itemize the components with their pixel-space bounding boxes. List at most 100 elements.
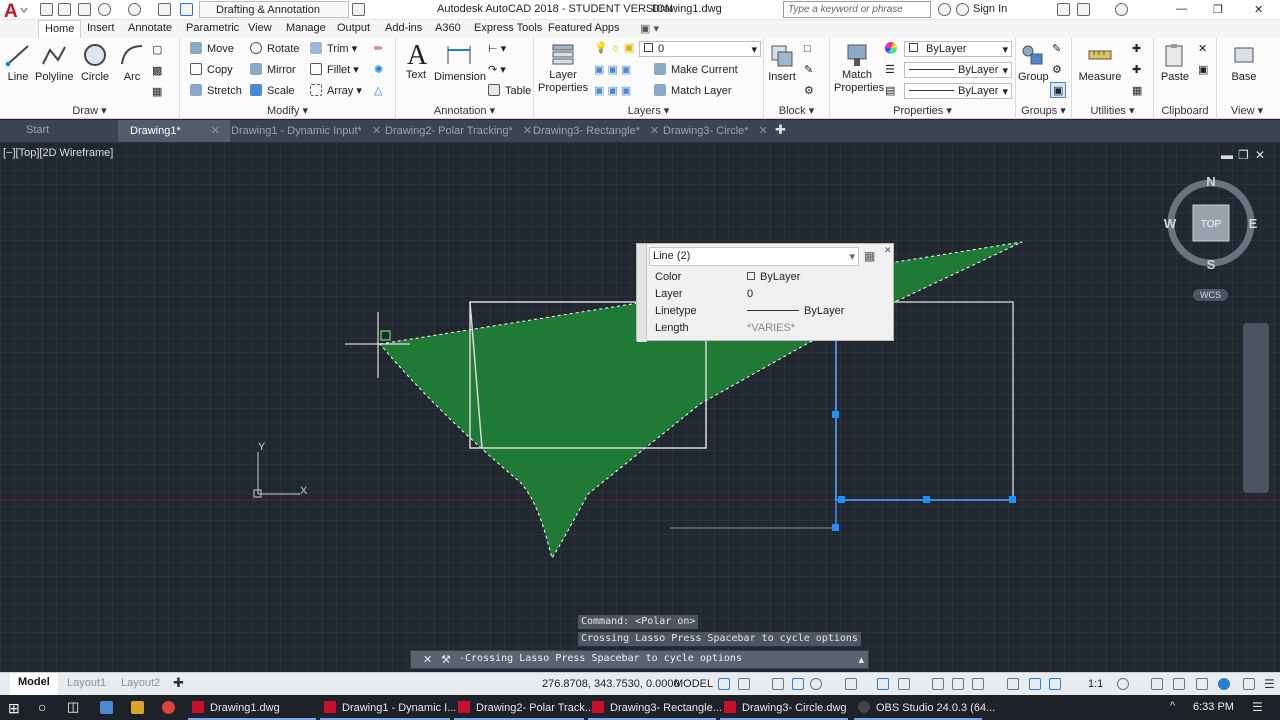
- doc-tab-drawing1[interactable]: Drawing1* ✕: [118, 120, 230, 142]
- polar-icon[interactable]: [792, 678, 804, 690]
- compass-w[interactable]: W: [1164, 216, 1177, 231]
- line-button[interactable]: Line: [4, 42, 32, 83]
- compass-s[interactable]: S: [1207, 257, 1216, 272]
- command-input[interactable]: -Crossing Lasso Press Spacebar to cycle …: [459, 653, 742, 664]
- close-tab-icon[interactable]: ✕: [759, 125, 768, 137]
- isolate-objects-icon[interactable]: [1218, 678, 1230, 690]
- store-icon[interactable]: [100, 701, 113, 714]
- taskbar-item[interactable]: Drawing2- Polar Track...: [454, 695, 594, 720]
- scale-button[interactable]: Scale: [250, 83, 295, 99]
- tab-a360[interactable]: A360: [435, 22, 461, 34]
- annotation-monitor-icon[interactable]: [1151, 678, 1163, 690]
- command-line[interactable]: ✕ ⚒ -Crossing Lasso Press Spacebar to cy…: [410, 650, 869, 669]
- qp-close-icon[interactable]: ✕: [884, 245, 892, 256]
- modify-panel-title[interactable]: Modify ▾: [180, 104, 395, 117]
- layers-panel-title[interactable]: Layers ▾: [534, 104, 763, 117]
- minimize-icon[interactable]: —: [1176, 3, 1187, 15]
- lineweight-sb-icon[interactable]: [898, 678, 910, 690]
- doc-tab-start[interactable]: Start: [26, 124, 49, 136]
- chrome-icon[interactable]: [162, 701, 175, 714]
- tab-express-tools[interactable]: Express Tools: [474, 22, 542, 34]
- save-icon[interactable]: [78, 3, 91, 16]
- compass-e[interactable]: E: [1249, 216, 1258, 231]
- copy-clip-icon[interactable]: ▣: [1198, 62, 1208, 78]
- color-wheel-icon[interactable]: [885, 41, 902, 57]
- group-button[interactable]: Group: [1018, 42, 1049, 83]
- cmd-customize-icon[interactable]: ⚒: [441, 653, 451, 666]
- tab-add-ins[interactable]: Add-ins: [385, 22, 422, 34]
- object-snap-icon[interactable]: [877, 678, 889, 690]
- qp-row-length[interactable]: Length *VARIES*: [655, 322, 885, 339]
- move-button[interactable]: Move: [190, 41, 234, 57]
- layer-properties-button[interactable]: Layer Properties: [538, 42, 588, 95]
- close-tab-icon[interactable]: ✕: [211, 125, 220, 137]
- drawing-canvas[interactable]: Y X: [0, 142, 1280, 672]
- isodraft-icon[interactable]: [810, 678, 822, 690]
- edit-block-icon[interactable]: ✎: [804, 62, 813, 78]
- doc-tab-polar-tracking[interactable]: Drawing2- Polar Tracking* ✕: [385, 124, 532, 137]
- notifications-icon[interactable]: ☰: [1252, 700, 1263, 714]
- search-icon[interactable]: ○: [38, 699, 46, 715]
- layer-dropdown[interactable]: 0 ▾: [639, 41, 761, 57]
- annotation-scale[interactable]: 1:1: [1088, 678, 1103, 690]
- tab-view[interactable]: View: [248, 22, 272, 34]
- rectangle-icon[interactable]: ▢: [152, 42, 162, 58]
- vp-restore-icon[interactable]: ❐: [1238, 148, 1249, 162]
- new-icon[interactable]: [40, 3, 53, 16]
- qp-customize-icon[interactable]: ▦: [864, 249, 875, 263]
- dimension-button[interactable]: Dimension: [434, 42, 486, 83]
- close-tab-icon[interactable]: ✕: [523, 125, 532, 137]
- insert-button[interactable]: Insert: [767, 42, 797, 83]
- close-icon[interactable]: ✕: [1254, 3, 1263, 16]
- taskbar-item[interactable]: Drawing1 - Dynamic I...: [320, 695, 456, 720]
- qp-row-layer[interactable]: Layer 0: [655, 288, 885, 305]
- model-space-toggle[interactable]: MODEL: [674, 678, 713, 690]
- layer-tools-icons[interactable]: ▣ ▣ ▣: [594, 62, 631, 78]
- qp-grip[interactable]: [637, 244, 647, 342]
- customization-icon[interactable]: ☰: [1264, 677, 1275, 691]
- viewcube[interactable]: TOP N S E W: [1160, 172, 1265, 277]
- layer-tools2-icons[interactable]: ▣ ▣ ▣: [594, 83, 631, 99]
- viewport-controls-label[interactable]: [−][Top][2D Wireframe]: [3, 147, 113, 159]
- vp-minimize-icon[interactable]: ▬: [1221, 148, 1233, 162]
- tab-layout1[interactable]: Layout1: [67, 677, 106, 689]
- cut-icon[interactable]: ✕: [1198, 41, 1207, 57]
- undo-icon[interactable]: [98, 3, 111, 16]
- leader-icon[interactable]: ↷ ▾: [488, 62, 506, 78]
- tab-output[interactable]: Output: [337, 22, 370, 34]
- lineweight-icon[interactable]: ☰: [885, 62, 895, 78]
- linetype-dropdown[interactable]: ByLayer ▾: [904, 62, 1012, 78]
- cmd-history-toggle-icon[interactable]: ▴: [858, 653, 864, 666]
- taskbar-clock[interactable]: 6:33 PM: [1193, 701, 1234, 713]
- draw-panel-title[interactable]: Draw ▾: [0, 104, 179, 117]
- create-block-icon[interactable]: □: [804, 41, 811, 57]
- annotation-panel-title[interactable]: Annotation ▾: [396, 104, 533, 117]
- user-icon[interactable]: [956, 3, 969, 16]
- grip-mid[interactable]: [832, 411, 839, 418]
- tab-featured-apps[interactable]: Featured Apps: [548, 22, 620, 34]
- navigation-bar[interactable]: [1243, 323, 1269, 493]
- array-button[interactable]: Array ▾: [310, 83, 362, 99]
- windows-start-icon[interactable]: ⊞: [8, 700, 20, 717]
- 3d-osnap-icon[interactable]: [972, 678, 984, 690]
- arc-button[interactable]: Arc: [118, 42, 146, 83]
- tab-layout2[interactable]: Layout2: [121, 677, 160, 689]
- clipboard-panel-title[interactable]: Clipboard: [1154, 105, 1216, 117]
- cmd-close-icon[interactable]: ✕: [423, 653, 432, 666]
- grip-h-end[interactable]: [1009, 496, 1016, 503]
- rotate-button[interactable]: Rotate: [250, 41, 299, 57]
- group-edit-icon[interactable]: ⚙: [1052, 62, 1062, 78]
- add-layout-icon[interactable]: ✚: [173, 675, 184, 691]
- autocad-logo-icon[interactable]: A: [2, 0, 28, 20]
- taskbar-item[interactable]: OBS Studio 24.0.3 (64...: [854, 695, 995, 720]
- taskbar-item[interactable]: Drawing3- Rectangle...: [588, 695, 722, 720]
- units-icon[interactable]: [1173, 678, 1185, 690]
- taskbar-item[interactable]: Drawing3- Circle.dwg: [720, 695, 848, 720]
- binoculars-icon[interactable]: [938, 3, 951, 16]
- block-panel-title[interactable]: Block ▾: [764, 104, 829, 117]
- cart-icon[interactable]: [1057, 3, 1070, 16]
- sign-in-button[interactable]: Sign In: [973, 3, 1007, 15]
- properties-panel-title[interactable]: Properties ▾: [830, 104, 1015, 117]
- tray-chevron-icon[interactable]: ^: [1170, 700, 1175, 712]
- workspace-icon[interactable]: [180, 3, 193, 16]
